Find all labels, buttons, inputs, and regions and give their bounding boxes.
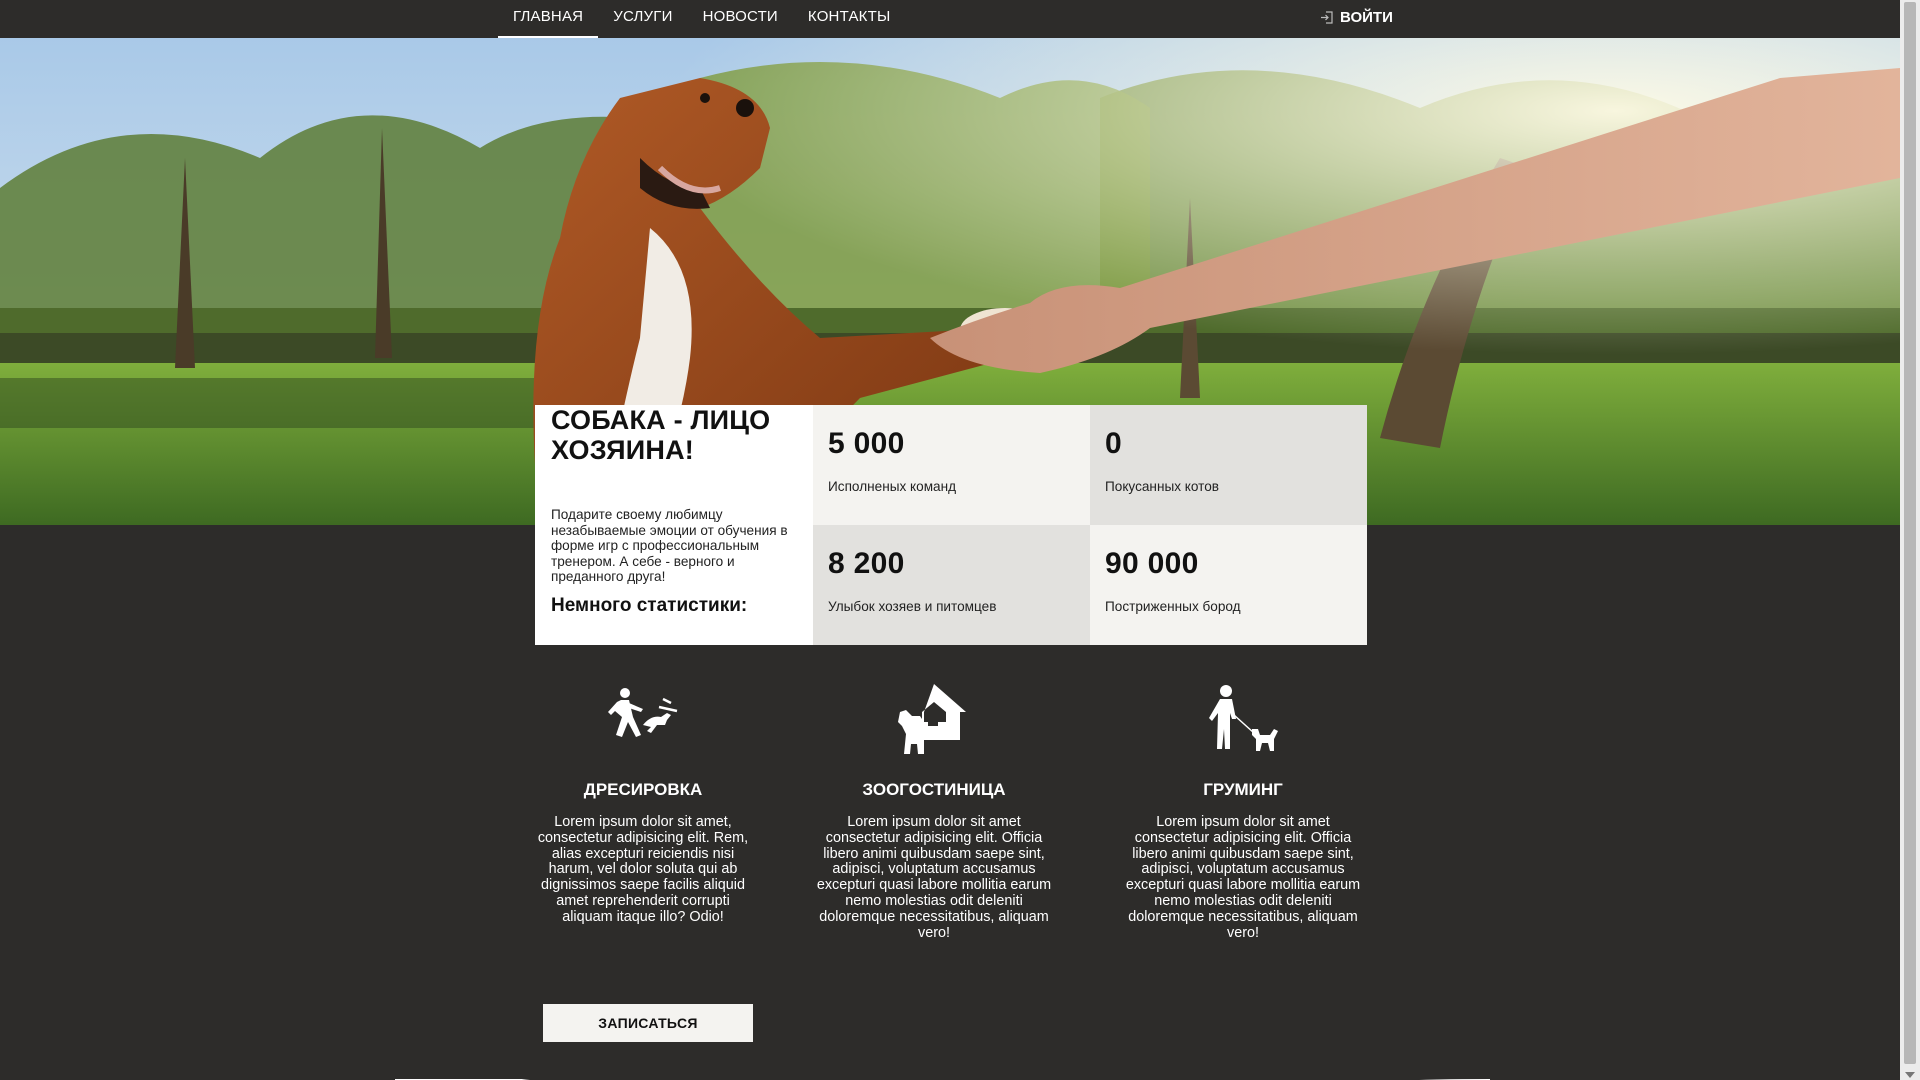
service-hotel: ЗООГОСТИНИЦА Lorem ipsum dolor sit amet … bbox=[812, 680, 1056, 941]
dog-walker-icon bbox=[1120, 680, 1366, 755]
scrollbar[interactable] bbox=[1900, 0, 1920, 1080]
intro-text: Подарите своему любимцу незабываемые эмо… bbox=[551, 507, 788, 584]
stat-value: 5 000 bbox=[828, 427, 905, 460]
intro-panel: СОБАКА - ЛИЦО ХОЗЯИНА! Подарите своему л… bbox=[535, 405, 813, 645]
service-text: Lorem ipsum dolor sit amet, consectetur … bbox=[537, 814, 749, 925]
top-nav: ГЛАВНАЯ УСЛУГИ НОВОСТИ КОНТАКТЫ ВОЙТИ bbox=[0, 0, 1900, 38]
stats-heading: Немного статистики: bbox=[551, 594, 748, 616]
signup-button[interactable]: ЗАПИСАТЬСЯ bbox=[543, 1004, 753, 1042]
service-text: Lorem ipsum dolor sit amet consectetur a… bbox=[816, 814, 1052, 941]
service-title: ГРУМИНГ bbox=[1203, 780, 1283, 799]
login-icon bbox=[1320, 11, 1333, 24]
nav-item-news[interactable]: НОВОСТИ bbox=[688, 0, 793, 38]
stat-cats: 0 Покусанных котов bbox=[1090, 405, 1367, 525]
service-title: ДРЕСИРОВКА bbox=[583, 780, 703, 799]
hero-title: СОБАКА - ЛИЦО ХОЗЯИНА! bbox=[551, 405, 771, 465]
service-grooming: ГРУМИНГ Lorem ipsum dolor sit amet conse… bbox=[1120, 680, 1366, 941]
stat-value: 8 200 bbox=[828, 547, 905, 580]
bottom-edge bbox=[0, 1072, 1900, 1080]
trainer-with-dog-icon bbox=[533, 680, 753, 755]
stat-smiles: 8 200 Улыбок хозяев и питомцев bbox=[813, 525, 1090, 645]
stat-label: Покусанных котов bbox=[1105, 479, 1220, 494]
stat-label: Исполненых команд bbox=[828, 479, 957, 494]
stat-label: Улыбок хозяев и питомцев bbox=[828, 599, 997, 614]
login-label: ВОЙТИ bbox=[1340, 9, 1393, 26]
stat-label: Постриженных бород bbox=[1105, 599, 1241, 614]
login-button[interactable]: ВОЙТИ bbox=[1320, 9, 1393, 26]
nav-item-services[interactable]: УСЛУГИ bbox=[598, 0, 687, 38]
scrollbar-thumb[interactable] bbox=[1904, 2, 1916, 1064]
scroll-down-arrow-icon[interactable] bbox=[1905, 1072, 1915, 1078]
nav-item-home[interactable]: ГЛАВНАЯ bbox=[498, 0, 599, 38]
dog-house-icon bbox=[812, 680, 1056, 755]
service-text: Lorem ipsum dolor sit amet consectetur a… bbox=[1125, 814, 1361, 941]
nav-item-contacts[interactable]: КОНТАКТЫ bbox=[793, 0, 906, 38]
service-training: ДРЕСИРОВКА Lorem ipsum dolor sit amet, c… bbox=[533, 680, 753, 926]
nav-menu: ГЛАВНАЯ УСЛУГИ НОВОСТИ КОНТАКТЫ bbox=[498, 0, 905, 38]
stat-beards: 90 000 Постриженных бород bbox=[1090, 525, 1367, 645]
stat-value: 0 bbox=[1105, 427, 1122, 460]
service-title: ЗООГОСТИНИЦА bbox=[862, 780, 1006, 799]
stat-commands: 5 000 Исполненых команд bbox=[813, 405, 1090, 525]
stat-value: 90 000 bbox=[1105, 547, 1199, 580]
